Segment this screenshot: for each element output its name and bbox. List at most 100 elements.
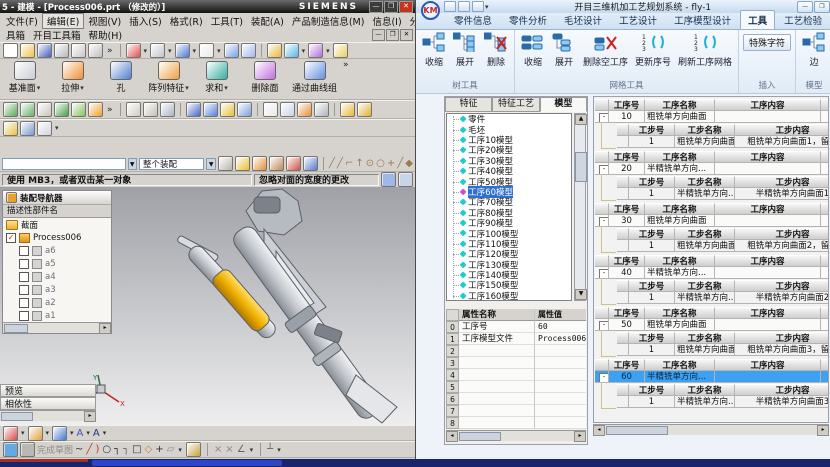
scroll-right-icon[interactable]: ▸ [574,431,586,442]
process-device-header[interactable]: 设 [821,203,829,215]
toolbar-overflow-icon[interactable]: » [107,105,113,115]
process-content-header[interactable]: 工序内容 [715,151,821,163]
dropdown-caret-icon[interactable]: ▾ [55,124,59,132]
list-icon[interactable] [160,102,175,117]
finish-flag-icon[interactable] [20,442,35,457]
scroll-left-icon[interactable]: ◂ [593,425,605,436]
ring-icon[interactable] [220,102,235,117]
reflection-icon[interactable] [308,43,323,58]
tree-row[interactable]: ✓Process006 [3,231,111,244]
process-no-header[interactable]: 工序号 [609,99,645,111]
selection-scope-dropdown-icon[interactable]: ▼ [206,158,215,170]
paste-icon[interactable] [88,43,103,58]
toolbar-overflow-icon[interactable]: » [107,46,113,56]
menu-item[interactable]: 工具(T) [207,14,247,28]
taskbar[interactable] [0,459,830,467]
dropdown-caret-icon[interactable]: ▾ [193,47,197,55]
process-name-header[interactable]: 工序名称 [645,151,715,163]
process-device-header[interactable]: 设 [821,307,829,319]
value-column-header[interactable]: 属性值 [535,309,586,321]
tree-row[interactable]: a5 [3,257,111,270]
tab-工具[interactable]: 工具 [740,10,775,29]
property-row[interactable]: 2 [446,345,586,357]
tree-item[interactable]: ◆工序160模型 [447,291,571,301]
dimension-icon[interactable]: ∠ [237,443,246,456]
dropdown-caret-icon[interactable]: ▾ [80,84,84,92]
edge-button[interactable]: 边 [800,31,828,69]
taskbar-active-segment[interactable] [92,460,282,466]
process-no-header[interactable]: 工序号 [609,359,645,371]
dropdown-caret-icon[interactable]: ▾ [144,47,148,55]
checkbox-unchecked[interactable] [19,298,29,308]
process-row[interactable]: -50粗铣单方向曲面 [595,319,828,331]
grid-hscrollbar[interactable]: ◂ ▸ [593,424,829,435]
snap-point-icon[interactable] [235,156,250,171]
step-no-header[interactable]: 工步号 [629,228,675,240]
dependencies-panel-bar[interactable]: 相依性 [0,397,96,410]
toolbar-overflow-icon[interactable]: » [343,60,349,70]
scroll-thumb[interactable] [459,432,501,441]
tab-工艺检验[interactable]: 工艺检验 [776,10,830,29]
approve-check-icon[interactable] [54,102,69,117]
step-name-header[interactable]: 工步名称 [675,332,735,344]
notebook-icon[interactable] [3,102,18,117]
selection-filter-combo[interactable] [2,158,126,170]
step-row[interactable]: 1半精铣单方向...半精铣单方向曲面2 [617,292,828,304]
process-content-header[interactable]: 工序内容 [715,307,821,319]
tree-delete-button[interactable]: 删除 [482,31,510,69]
delete-empty-process-button[interactable]: 删除空工序 [581,31,630,69]
mdi-minimize-icon[interactable]: — [372,29,385,41]
process-row[interactable]: -30粗铣单方向曲面 [595,215,828,227]
rectangle-icon[interactable]: □ [132,443,141,456]
render-style-icon[interactable] [267,43,282,58]
scroll-down-icon[interactable]: ▼ [575,289,587,300]
step-no-header[interactable]: 工步号 [629,280,675,292]
step-row[interactable]: 1半精铣单方向...半精铣单方向曲面3 [617,396,828,408]
process-name-header[interactable]: 工序名称 [645,255,715,267]
step-content-header[interactable]: 工步内容 [735,176,829,188]
snap-box-icon[interactable] [28,426,43,441]
minimize-icon[interactable]: — [369,1,383,13]
move-component-icon[interactable] [224,43,239,58]
panel-hscrollbar[interactable]: ▸ [0,410,96,421]
dropdown-caret-icon[interactable]: ▾ [46,429,50,437]
navigator-hscrollbar[interactable]: ▸ [3,322,111,333]
erase2-icon[interactable] [143,102,158,117]
link-icon[interactable] [218,156,233,171]
dropdown-caret-icon[interactable]: ▾ [326,47,330,55]
selection-scope-combo[interactable]: 整个装配 [139,158,204,170]
end-point-icon[interactable]: ╱ [329,157,335,170]
tree-row[interactable]: a4 [3,270,111,283]
process-row[interactable]: -20半精铣单方向... [595,163,828,175]
panel-tab-特征工艺[interactable]: 特征工艺 [492,97,539,112]
dropdown-caret-icon[interactable]: ▾ [224,84,228,92]
table2-icon[interactable] [20,121,35,136]
menu-item[interactable]: 编辑(E) [42,13,84,29]
csys-icon[interactable] [37,121,52,136]
checkbox-unchecked[interactable] [19,285,29,295]
step-content-header[interactable]: 工步内容 [735,332,829,344]
catalog-icon[interactable] [20,102,35,117]
property-row[interactable]: 7 [446,405,586,417]
selection-filter-dropdown-icon[interactable]: ▼ [128,158,137,170]
checkbox-unchecked[interactable] [19,259,29,269]
show-hide-icon[interactable] [284,43,299,58]
tree-row[interactable]: 截面 [3,218,111,231]
dropdown-caret-icon[interactable]: ▾ [168,47,172,55]
tangent-icon[interactable]: ╱ [397,157,403,170]
dropdown-caret-icon[interactable]: ▾ [37,84,41,92]
step-no-header[interactable]: 工步号 [629,332,675,344]
process-content-header[interactable]: 工序内容 [715,359,821,371]
compass-icon[interactable] [286,156,301,171]
step-no-header[interactable]: 工步号 [629,384,675,396]
clip-section-icon[interactable] [3,121,18,136]
process-row[interactable]: -40半精铣单方向... [595,267,828,279]
tab-工序模型设计[interactable]: 工序模型设计 [666,10,739,29]
tree-vscrollbar[interactable]: ▲ ▼ [574,113,586,301]
dropdown-caret-icon[interactable]: ▾ [103,429,107,437]
menu-item[interactable]: 帮助(H) [85,28,127,42]
step-content-header[interactable]: 工步内容 [735,280,829,292]
tree-row[interactable]: a1 [3,309,111,322]
grid-expand-button[interactable]: 展开 [550,31,578,69]
property-row[interactable]: 1工序模型文件Process006.p [446,333,586,345]
